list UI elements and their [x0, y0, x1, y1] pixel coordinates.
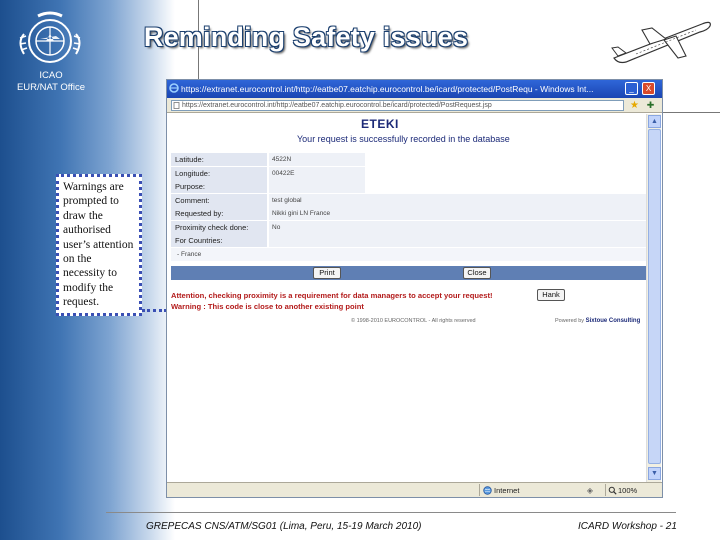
protected-mode-icon: ◈ [586, 486, 594, 495]
vertical-scrollbar[interactable]: ▲ ▼ [646, 114, 661, 482]
field-value: 4522N [269, 153, 365, 166]
print-button[interactable]: Print [313, 267, 341, 279]
powered-by: Powered by Sixtoue Consulting [555, 318, 640, 324]
address-text: https://extranet.eurocontrol.int/http://… [182, 102, 492, 109]
callout-connector [142, 309, 167, 312]
callout-text: Warnings are prompted to draw the author… [63, 181, 134, 309]
browser-window: https://extranet.eurocontrol.int/http://… [166, 79, 663, 498]
ie-icon [169, 83, 179, 93]
hank-button[interactable]: Hank [537, 289, 565, 301]
address-input[interactable]: https://extranet.eurocontrol.int/http://… [171, 100, 624, 111]
favorites-star-icon[interactable]: ★ [629, 100, 640, 111]
field-label: For Countries: [171, 234, 267, 247]
field-row-longitude: Longitude: 00422E [171, 166, 657, 180]
scroll-up-icon[interactable]: ▲ [648, 115, 661, 128]
close-point-warning: Warning : This code is close to another … [171, 302, 364, 311]
page-icon [173, 102, 180, 109]
field-row-purpose: Purpose: [171, 180, 657, 194]
close-button[interactable]: Close [463, 267, 491, 279]
field-label: Requested by: [171, 207, 267, 220]
powered-by-prefix: Powered by [555, 318, 585, 324]
powered-by-brand[interactable]: Sixtoue Consulting [586, 318, 641, 324]
field-label: Purpose: [171, 180, 267, 193]
field-value: 00422E [269, 166, 365, 180]
icao-logo [19, 11, 81, 63]
button-bar: Print Close [171, 266, 653, 280]
zoom-level: 100% [618, 486, 638, 495]
field-label: Longitude: [171, 166, 267, 180]
status-zone-text: Internet [494, 486, 520, 495]
proximity-warning: Attention, checking proximity is a requi… [171, 291, 493, 300]
scroll-down-icon[interactable]: ▼ [648, 467, 661, 480]
field-value [269, 180, 365, 193]
minimize-button[interactable]: _ [625, 82, 638, 95]
address-bar: https://extranet.eurocontrol.int/http://… [167, 98, 662, 113]
copyright-text: © 1998-2010 EUROCONTROL - All rights res… [351, 318, 476, 324]
field-label: Latitude: [171, 153, 267, 166]
footer-divider [106, 512, 676, 513]
field-value: Nikki gini LN France [269, 207, 653, 220]
org-label-line1: ICAO [39, 70, 63, 81]
field-row-latitude: Latitude: 4522N [171, 153, 657, 167]
field-row-countries: For Countries: [171, 234, 657, 248]
field-row-proximity: Proximity check done: No [171, 220, 657, 234]
slide-title: Reminding Safety issues [143, 22, 469, 52]
confirmation-message: Your request is successfully recorded in… [297, 134, 510, 144]
globe-icon [483, 486, 492, 495]
status-zone: Internet [479, 484, 574, 496]
field-label: Proximity check done: [171, 220, 267, 234]
zoom-icon [608, 486, 617, 495]
airplane-icon [611, 21, 711, 64]
org-label-line2: EUR/NAT Office [16, 82, 86, 93]
field-row-comment: Comment: test global [171, 193, 657, 207]
org-label: ICAO EUR/NAT Office [10, 70, 92, 94]
field-value: No [269, 220, 653, 234]
field-value: test global [269, 193, 653, 207]
field-value [269, 234, 653, 247]
field-label: Comment: [171, 193, 267, 207]
browser-titlebar: https://extranet.eurocontrol.int/http://… [167, 80, 662, 98]
add-favorite-icon[interactable]: ✚ [645, 100, 656, 111]
footer-event-text: GREPECAS CNS/ATM/SG01 (Lima, Peru, 15-19… [146, 521, 422, 532]
app-name: ETEKI [361, 117, 399, 131]
field-row-requested-by: Requested by: Nikki gini LN France [171, 207, 657, 221]
status-bar: Internet ◈ 100% [167, 482, 662, 497]
countries-list: - France [171, 248, 653, 261]
browser-window-title: https://extranet.eurocontrol.int/http://… [181, 84, 594, 94]
footer-page-text: ICARD Workshop - 21 [578, 521, 677, 532]
callout-note: Warnings are prompted to draw the author… [56, 174, 142, 316]
web-page: ETEKI Your request is successfully recor… [171, 114, 657, 482]
close-window-button[interactable]: X [642, 82, 655, 95]
scroll-thumb[interactable] [648, 129, 661, 464]
request-summary-table: Latitude: 4522N Longitude: 00422E Purpos… [171, 153, 657, 248]
zoom-control[interactable]: 100% [605, 484, 660, 496]
